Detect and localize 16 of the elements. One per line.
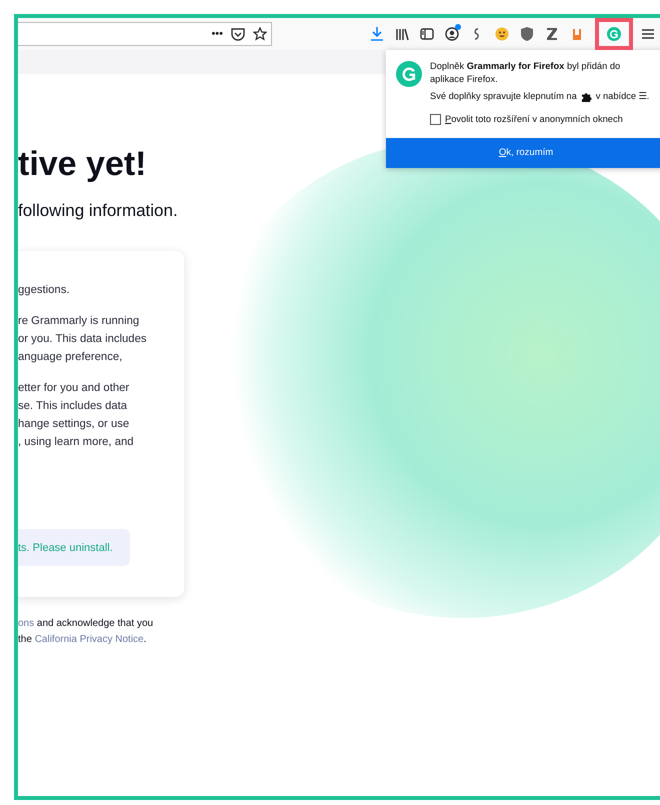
page-heading: tive yet! — [18, 144, 146, 185]
card-paragraph: etter for you and other se. This includes data hange settings, or use , using learn more, and — [18, 381, 135, 450]
page-subheading: following information. — [18, 200, 178, 222]
card-paragraph: ggestions. — [18, 283, 70, 298]
manage-addons-hint: Své doplňky spravujte klepnutím na — [430, 90, 577, 103]
footer-link[interactable]: ons — [18, 618, 34, 629]
page-actions-button[interactable]: ••• — [211, 26, 223, 42]
footer-text: the California Privacy Notice. — [18, 633, 148, 647]
manage-addons-hint: v nabídce ☰. — [596, 90, 650, 103]
card-paragraph: re Grammarly is running or you. This data includes anguage preference, — [18, 314, 148, 365]
footer-text: ons and acknowledge that you — [18, 617, 154, 631]
checkbox-label[interactable]: Povolit toto rozšíření v anonymních oknech — [445, 113, 623, 126]
ok-button[interactable]: Ok, rozumím — [386, 138, 660, 168]
addon-added-message: Doplněk Grammarly for Firefox byl přidán do aplikace Firefox. — [430, 60, 622, 86]
privacy-notice-link[interactable]: California Privacy Notice — [34, 634, 144, 645]
uninstall-notice: ts. Please uninstall. — [18, 529, 130, 566]
